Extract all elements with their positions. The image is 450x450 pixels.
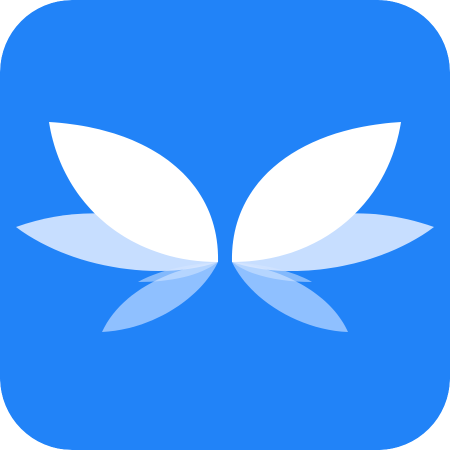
app-icon[interactable] xyxy=(0,0,450,450)
screen xyxy=(0,0,450,450)
butterfly-icon xyxy=(0,0,450,450)
